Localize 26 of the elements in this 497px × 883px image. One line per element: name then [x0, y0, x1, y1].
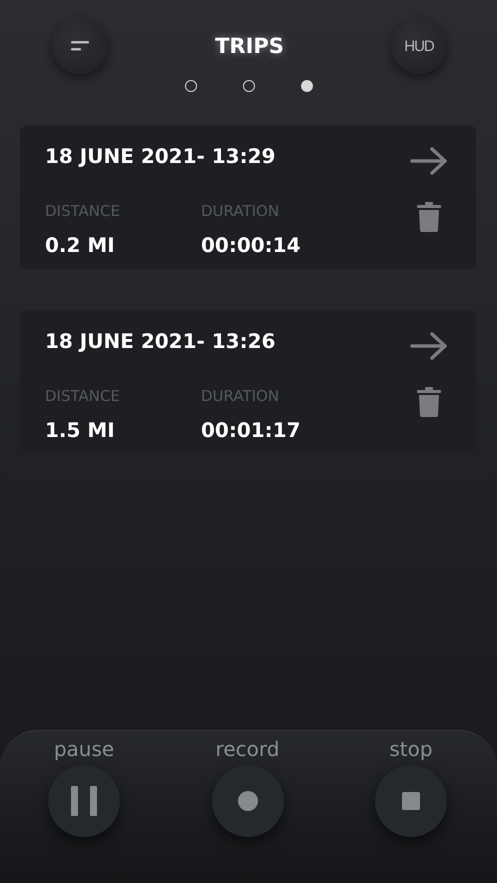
duration-value: 00:00:14 [201, 233, 302, 260]
arrow-right-icon[interactable] [410, 146, 448, 176]
control-label: record [216, 737, 280, 761]
trip-date: 18 JUNE 2021- 13:29 [45, 144, 276, 170]
record-icon [238, 791, 258, 811]
stop-icon [402, 792, 420, 810]
duration-label: DURATION [201, 202, 280, 222]
hud-button[interactable]: HUD [390, 18, 447, 74]
duration-label: DURATION [201, 386, 280, 407]
trip-date: 18 JUNE 2021- 13:26 [45, 329, 276, 355]
distance-value: 0.2 MI [45, 233, 116, 260]
page-indicator-dot[interactable] [184, 80, 196, 92]
duration-value: 00:01:17 [201, 418, 302, 444]
arrow-right-icon[interactable] [410, 331, 448, 361]
trash-icon[interactable] [417, 387, 441, 417]
trash-icon[interactable] [417, 202, 441, 232]
distance-value: 1.5 MI [45, 418, 116, 444]
menu-icon [71, 41, 89, 51]
control-label: stop [389, 737, 433, 761]
pause-icon [71, 786, 97, 816]
distance-label: DISTANCE [45, 202, 121, 222]
distance-label: DISTANCE [45, 386, 121, 407]
screen-title: TRIPS [215, 34, 284, 58]
control-label: pause [54, 737, 114, 761]
page-indicator-dot[interactable] [300, 80, 312, 92]
page-indicator-dot[interactable] [242, 80, 254, 92]
